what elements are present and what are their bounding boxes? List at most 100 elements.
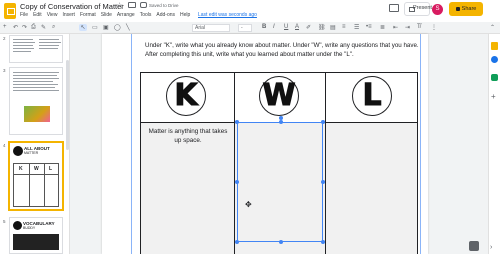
numbered-list-icon[interactable]: ≣	[380, 24, 385, 31]
menu-edit[interactable]: Edit	[33, 12, 42, 18]
w-header-circle: W	[259, 76, 299, 116]
share-label: Share	[461, 6, 477, 12]
present-label[interactable]: Present	[413, 5, 432, 11]
menu-help[interactable]: Help	[180, 12, 190, 18]
last-edit-link[interactable]: Last edit was seconds ago	[198, 12, 257, 18]
menu-arrange[interactable]: Arrange	[117, 12, 135, 18]
bold-button[interactable]: B	[262, 24, 266, 30]
italic-button[interactable]: I	[273, 24, 275, 30]
thumbnail-title: ALL ABOUT MATTER	[24, 146, 50, 156]
folder-icon[interactable]	[128, 2, 136, 8]
selected-textbox[interactable]	[237, 122, 323, 242]
star-icon[interactable]: ☆	[116, 1, 123, 10]
thumb-k: K	[19, 166, 23, 172]
w-letter: W	[262, 78, 296, 113]
explore-icon[interactable]	[469, 241, 479, 251]
image-icon[interactable]: ▣	[103, 24, 109, 31]
slide-thumbnail-2[interactable]	[9, 35, 63, 63]
thumbnail-image	[24, 106, 50, 122]
thumbnail-kwl-table: K W L	[13, 163, 59, 207]
k-cell-text[interactable]: Matter is anything that takes up space.	[145, 128, 231, 145]
slide-number: 5	[3, 219, 6, 224]
slide-number: 3	[3, 68, 6, 73]
guide-line	[131, 34, 132, 254]
text-color-button[interactable]: A	[295, 24, 299, 30]
redo-icon[interactable]: ↷	[22, 24, 27, 31]
bullets-icon[interactable]: •≡	[366, 24, 372, 30]
menu-format[interactable]: Format	[80, 12, 96, 18]
zoom-icon[interactable]: ⌕	[52, 24, 55, 31]
resize-handle[interactable]	[279, 240, 283, 244]
comments-icon[interactable]	[389, 4, 399, 12]
undo-icon[interactable]: ↶	[13, 24, 18, 31]
cursor-icon[interactable]: ↖	[79, 24, 87, 31]
resize-handle[interactable]	[321, 120, 325, 124]
add-slide-icon[interactable]: +	[3, 24, 7, 30]
guide-line	[420, 34, 421, 254]
more-options-icon[interactable]: ⋮	[431, 24, 437, 31]
l-header-circle: L	[352, 76, 392, 116]
l-letter: L	[362, 78, 382, 113]
move-crosshair-icon: ✥	[245, 200, 252, 209]
thumbnail-badge	[13, 221, 22, 230]
side-panel	[488, 34, 500, 254]
resize-handle[interactable]	[321, 180, 325, 184]
slide-number: 2	[3, 36, 6, 41]
avatar[interactable]: S	[432, 4, 443, 15]
comment-add-icon[interactable]: ▤	[330, 24, 336, 31]
document-title[interactable]: Copy of Conservation of Matter	[20, 2, 124, 11]
thumb-l: L	[49, 166, 53, 172]
resize-handle[interactable]	[235, 180, 239, 184]
thumb-title-line2: MATTER	[24, 151, 39, 155]
shape-icon[interactable]: ◯	[114, 24, 121, 31]
link-icon[interactable]: ⛓	[318, 24, 326, 31]
add-icon[interactable]: +	[491, 92, 496, 101]
slide-thumbnail-4-selected[interactable]: ALL ABOUT MATTER K W L	[8, 141, 64, 211]
outdent-icon[interactable]: ⇥	[405, 24, 410, 31]
menu-bar: File Edit View Insert Format Slide Arran…	[20, 12, 190, 18]
tasks-icon[interactable]	[491, 56, 498, 63]
highlight-icon[interactable]: ✐	[306, 24, 311, 31]
lock-icon	[455, 7, 460, 11]
collapse-toolbar-icon[interactable]: ⌃	[490, 24, 495, 31]
indent-icon[interactable]: ⇤	[393, 24, 398, 31]
filmstrip-scrollbar[interactable]	[66, 60, 69, 150]
collapse-icon[interactable]: ›	[490, 244, 492, 251]
underline-button[interactable]: U	[284, 24, 288, 30]
thumbnail-badge	[13, 146, 23, 156]
resize-handle[interactable]	[321, 240, 325, 244]
textbox-icon[interactable]: ▭	[92, 24, 98, 31]
resize-handle[interactable]	[235, 120, 239, 124]
menu-tools[interactable]: Tools	[140, 12, 152, 18]
calendar-icon[interactable]	[491, 74, 498, 81]
resize-handle[interactable]	[279, 120, 283, 124]
clear-format-icon[interactable]: T̸	[417, 24, 421, 30]
thumbnail-title: VOCABULARY BUDDY	[23, 221, 55, 231]
font-select[interactable]: Arial	[192, 24, 230, 32]
slides-logo-icon[interactable]	[4, 3, 16, 19]
slide-thumbnail-5[interactable]: VOCABULARY BUDDY	[9, 217, 63, 254]
l-cell[interactable]	[326, 123, 417, 254]
instructions-text[interactable]: Under "K", write what you already know a…	[145, 41, 425, 59]
resize-handle[interactable]	[235, 240, 239, 244]
thumb5-title-line2: BUDDY	[23, 226, 36, 230]
menu-addons[interactable]: Add-ons	[156, 12, 175, 18]
font-size-field[interactable]: -	[238, 24, 252, 32]
menu-insert[interactable]: Insert	[62, 12, 75, 18]
menu-slide[interactable]: Slide	[101, 12, 112, 18]
line-spacing-icon[interactable]: ☰	[354, 24, 359, 31]
keep-icon[interactable]	[491, 42, 498, 50]
print-icon[interactable]: ⎙	[31, 24, 36, 31]
saved-status: Saved to Drive	[140, 2, 179, 8]
k-header-circle: K	[166, 76, 206, 116]
menu-view[interactable]: View	[47, 12, 58, 18]
slide-number: 4	[3, 143, 6, 148]
align-icon[interactable]: ≡	[342, 24, 346, 30]
menu-file[interactable]: File	[20, 12, 28, 18]
column-divider	[234, 72, 235, 254]
line-icon[interactable]: ╲	[126, 24, 130, 31]
share-button[interactable]: Share	[449, 2, 483, 16]
k-letter: K	[174, 78, 198, 113]
slide-thumbnail-3[interactable]	[9, 67, 63, 135]
paint-format-icon[interactable]: ✎	[41, 24, 46, 31]
